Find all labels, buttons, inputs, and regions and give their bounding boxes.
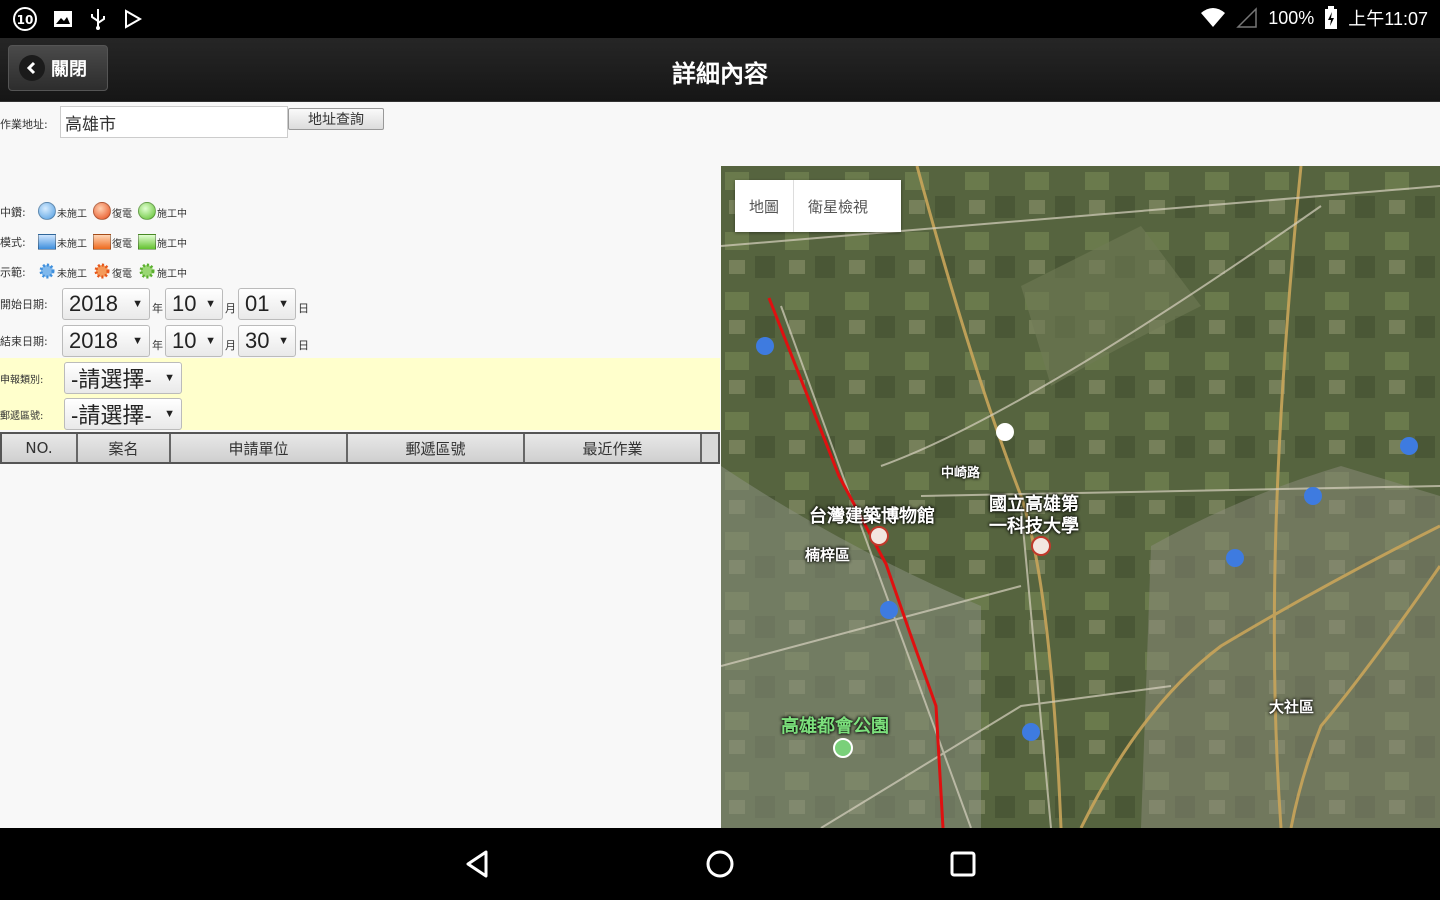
back-icon[interactable] <box>460 846 496 882</box>
notification-icon: 10 <box>13 7 37 31</box>
column-header-recent[interactable]: 最近作業 <box>525 434 702 462</box>
dropdown-arrow-icon: ▼ <box>132 335 143 347</box>
signal-icon <box>1236 7 1257 28</box>
address-search-button[interactable]: 地址查詢 <box>288 108 384 130</box>
green-square-icon <box>138 234 156 250</box>
end-month-select[interactable]: 10 ▼ <box>165 325 223 357</box>
legend-row-circle: 中鑽: 未施工 復電 施工中 <box>0 198 193 220</box>
address-input[interactable] <box>60 106 288 138</box>
dropdown-arrow-icon: ▼ <box>205 298 216 310</box>
legend-label: 中鑽: <box>0 206 26 219</box>
orange-gear-icon <box>94 263 110 279</box>
wifi-icon <box>1201 8 1226 27</box>
map-label: 中崎路 <box>941 466 981 481</box>
usb-icon <box>91 9 105 30</box>
page-title: 詳細內容 <box>672 60 768 88</box>
satellite-map[interactable]: 地圖 衛星檢視 台灣建築博物館 國立高雄第 一科技大學 楠梓區 高雄都會公園 大… <box>721 166 1440 828</box>
column-header-unit[interactable]: 申請單位 <box>171 434 348 462</box>
column-header-name[interactable]: 案名 <box>78 434 171 462</box>
status-bar: 10 100% 上午11:07 <box>0 0 1440 38</box>
battery-percent: 100% <box>1268 7 1315 28</box>
filter-label: 郵遞區號: <box>0 410 44 422</box>
navigation-bar <box>0 828 1440 900</box>
legend-item: 未施工 <box>38 202 87 220</box>
start-day-select[interactable]: 01 ▼ <box>238 288 296 320</box>
column-header-zip[interactable]: 郵遞區號 <box>348 434 525 462</box>
svg-text:10: 10 <box>17 13 34 27</box>
legend-item: 未施工 <box>38 262 87 280</box>
recents-icon[interactable] <box>945 846 981 882</box>
column-header-no[interactable]: NO. <box>2 434 78 462</box>
map-label: 楠梓區 <box>805 546 851 564</box>
action-bar: 關閉 詳細內容 <box>0 38 1440 102</box>
filter-row-zip: 郵遞區號: -請選擇- ▼ <box>0 396 182 432</box>
start-date-label: 開始日期: <box>0 298 48 311</box>
red-circle-icon <box>93 202 111 220</box>
legend-item: 復電 <box>93 202 132 220</box>
start-year-select[interactable]: 2018 ▼ <box>62 288 150 320</box>
filter-area: 申報類別: -請選擇- ▼ 郵遞區號: -請選擇- ▼ <box>0 358 720 430</box>
table-header: NO. 案名 申請單位 郵遞區號 最近作業 <box>0 432 720 464</box>
play-store-icon <box>125 9 143 29</box>
start-date-row: 開始日期: 2018 ▼ 年 10 ▼ 月 01 ▼ 日 <box>0 286 311 322</box>
legend-row-rect: 模式: 未施工 復電 施工中 <box>0 228 193 250</box>
home-icon[interactable] <box>702 846 738 882</box>
map-label: 大社區 <box>1269 698 1315 716</box>
legend-row-gear: 示範: 未施工 復電 施工中 <box>0 258 193 280</box>
legend-item: 復電 <box>93 234 132 250</box>
filter-row-category: 申報類別: -請選擇- ▼ <box>0 360 182 396</box>
legend-label: 模式: <box>0 236 26 249</box>
green-circle-icon <box>138 202 156 220</box>
filter-label: 申報類別: <box>0 374 44 386</box>
legend-item: 復電 <box>93 262 132 280</box>
map-label: 一科技大學 <box>989 516 1079 537</box>
start-month-select[interactable]: 10 ▼ <box>165 288 223 320</box>
dropdown-arrow-icon: ▼ <box>278 298 289 310</box>
dropdown-arrow-icon: ▼ <box>132 298 143 310</box>
orange-square-icon <box>93 234 111 250</box>
dropdown-arrow-icon: ▼ <box>164 372 175 384</box>
battery-icon <box>1325 6 1338 29</box>
dropdown-arrow-icon: ▼ <box>278 335 289 347</box>
end-day-select[interactable]: 30 ▼ <box>238 325 296 357</box>
status-left-icons: 10 <box>12 6 144 32</box>
satellite-view-button[interactable]: 衛星檢視 <box>794 196 882 217</box>
clock: 上午11:07 <box>1348 9 1428 29</box>
legend-item: 施工中 <box>138 262 187 280</box>
status-right: 100% 上午11:07 <box>1200 5 1428 31</box>
screen: 10 100% 上午11:07 關閉 詳細內容 作業地址: 地址查詢 中鑽: <box>0 0 1440 900</box>
blue-square-icon <box>38 234 56 250</box>
green-gear-icon <box>139 263 155 279</box>
map-label: 高雄都會公園 <box>781 716 889 737</box>
legend-item: 施工中 <box>138 202 187 220</box>
legend-item: 未施工 <box>38 234 87 250</box>
end-year-select[interactable]: 2018 ▼ <box>62 325 150 357</box>
map-type-toggle: 地圖 衛星檢視 <box>735 180 901 232</box>
zip-select[interactable]: -請選擇- ▼ <box>64 398 182 430</box>
legend-item: 施工中 <box>138 234 187 250</box>
category-select[interactable]: -請選擇- ▼ <box>64 362 182 394</box>
end-date-row: 結束日期: 2018 ▼ 年 10 ▼ 月 30 ▼ 日 <box>0 323 311 359</box>
content: 作業地址: 地址查詢 中鑽: 未施工 復電 施工中 模式: 未施工 復電 施工中… <box>0 102 1440 828</box>
legend-label: 示範: <box>0 266 26 279</box>
dropdown-arrow-icon: ▼ <box>164 408 175 420</box>
end-date-label: 結束日期: <box>0 335 48 348</box>
blue-circle-icon <box>38 202 56 220</box>
map-label: 台灣建築博物館 <box>809 506 935 527</box>
address-label: 作業地址: <box>0 118 48 131</box>
dropdown-arrow-icon: ▼ <box>205 335 216 347</box>
image-icon <box>54 11 72 27</box>
map-view-button[interactable]: 地圖 <box>735 196 793 217</box>
blue-gear-icon <box>39 263 55 279</box>
